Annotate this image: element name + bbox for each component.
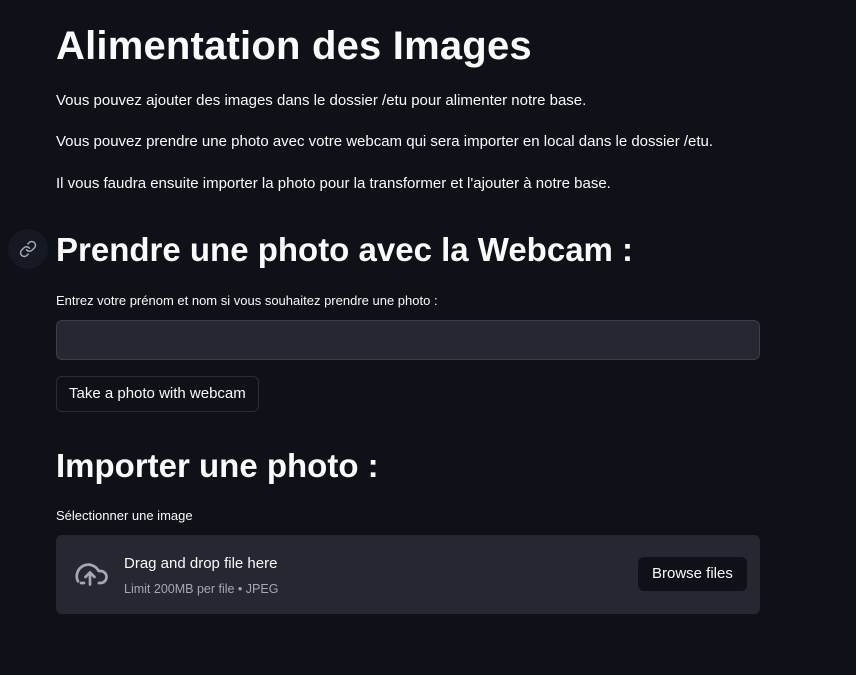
- file-dropzone[interactable]: Drag and drop file here Limit 200MB per …: [56, 535, 760, 614]
- take-photo-button[interactable]: Take a photo with webcam: [56, 376, 259, 412]
- main-content: Alimentation des Images Vous pouvez ajou…: [56, 0, 760, 614]
- intro-paragraph-3: Il vous faudra ensuite importer la photo…: [56, 175, 611, 192]
- cloud-upload-icon: [75, 563, 108, 586]
- link-icon: [19, 240, 37, 258]
- heading-anchor-link[interactable]: [8, 229, 48, 269]
- intro-paragraph-2: Vous pouvez prendre une photo avec votre…: [56, 133, 714, 150]
- webcam-section-heading: Prendre une photo avec la Webcam :: [56, 231, 634, 268]
- app-page: Alimentation des Images Vous pouvez ajou…: [0, 0, 856, 675]
- name-input[interactable]: [56, 320, 760, 360]
- dropzone-title: Drag and drop file here: [124, 555, 278, 572]
- browse-files-button[interactable]: Browse files: [638, 557, 747, 591]
- name-input-label: Entrez votre prénom et nom si vous souha…: [56, 293, 438, 308]
- import-section-heading: Importer une photo :: [56, 447, 379, 484]
- file-uploader-label: Sélectionner une image: [56, 508, 193, 523]
- intro-paragraph-1: Vous pouvez ajouter des images dans le d…: [56, 92, 587, 109]
- page-title: Alimentation des Images: [56, 24, 532, 68]
- dropzone-limit-text: Limit 200MB per file • JPEG: [124, 582, 279, 596]
